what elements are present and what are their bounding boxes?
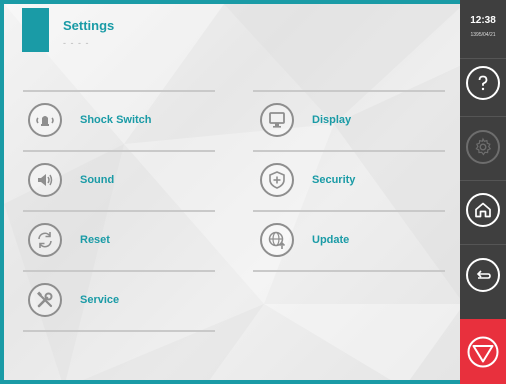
- divider: [253, 270, 445, 272]
- home-button[interactable]: [466, 193, 500, 227]
- monitor-icon: [260, 103, 294, 137]
- sidebar-divider: [460, 244, 506, 245]
- menu-item-update[interactable]: Update: [260, 220, 349, 260]
- menu-item-sound[interactable]: Sound: [28, 160, 114, 200]
- divider: [23, 210, 215, 212]
- menu-label-service: Service: [80, 294, 120, 306]
- settings-screen: Settings - - - - Shock Switch Display So…: [0, 0, 506, 384]
- page-subtitle: - - - -: [63, 38, 90, 48]
- globe-upload-icon: [260, 223, 294, 257]
- tools-icon: [28, 283, 62, 317]
- sidebar-divider: [460, 58, 506, 59]
- clock-time: 12:38: [470, 15, 496, 26]
- shock-switch-icon: [28, 103, 62, 137]
- divider: [23, 330, 215, 332]
- divider: [253, 90, 445, 92]
- menu-item-security[interactable]: Security: [260, 160, 355, 200]
- refresh-icon: [28, 223, 62, 257]
- sidebar-divider: [460, 116, 506, 117]
- menu-item-display[interactable]: Display: [260, 100, 351, 140]
- stop-icon: [467, 336, 499, 367]
- gear-icon: [475, 137, 492, 156]
- sidebar-divider: [460, 180, 506, 181]
- help-button[interactable]: [466, 66, 500, 100]
- menu-item-shock-switch[interactable]: Shock Switch: [28, 100, 152, 140]
- menu-label-display: Display: [312, 114, 352, 126]
- divider: [253, 210, 445, 212]
- divider: [23, 150, 215, 152]
- emergency-stop-button[interactable]: [460, 319, 506, 384]
- menu-label-sound: Sound: [80, 174, 115, 186]
- header-accent-bar: [22, 8, 49, 52]
- divider: [23, 270, 215, 272]
- menu-label-security: Security: [312, 174, 356, 186]
- home-icon: [475, 202, 491, 218]
- divider: [23, 90, 215, 92]
- menu-label-update: Update: [312, 234, 350, 246]
- right-sidebar: 12:38 1395/04/21: [460, 0, 506, 384]
- menu-label-shock-switch: Shock Switch: [80, 114, 152, 126]
- back-arrow-icon: [476, 270, 491, 279]
- menu-item-reset[interactable]: Reset: [28, 220, 110, 260]
- menu-item-service[interactable]: Service: [28, 280, 119, 320]
- question-icon: [478, 75, 488, 91]
- menu-label-reset: Reset: [80, 234, 110, 246]
- clock-date: 1395/04/21: [470, 32, 496, 38]
- shield-icon: [260, 163, 294, 197]
- back-button[interactable]: [466, 258, 500, 292]
- speaker-icon: [28, 163, 62, 197]
- page-title: Settings: [63, 18, 115, 33]
- settings-button[interactable]: [466, 130, 500, 164]
- divider: [253, 150, 445, 152]
- header: Settings - - - -: [4, 4, 464, 60]
